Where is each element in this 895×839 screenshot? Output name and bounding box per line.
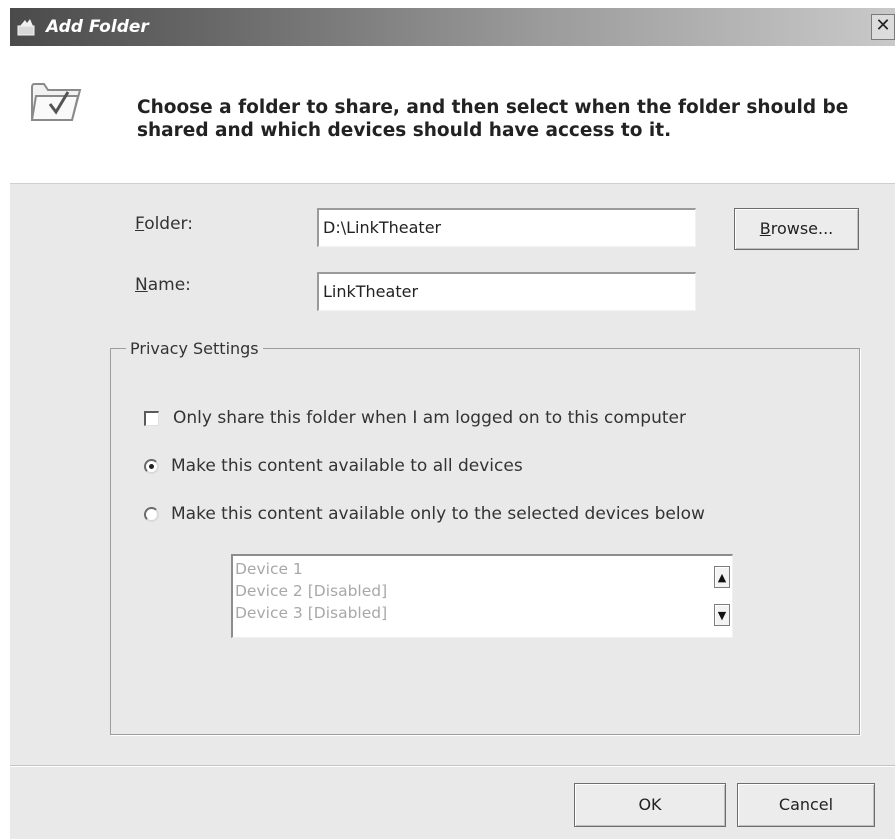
name-label: Name: bbox=[135, 275, 191, 295]
close-button[interactable]: ✕ bbox=[871, 14, 895, 40]
folder-path-value: D:\LinkTheater bbox=[323, 218, 442, 237]
scroll-up-button[interactable]: ▲ bbox=[714, 566, 730, 588]
all-devices-label: Make this content available to all devic… bbox=[171, 456, 523, 476]
name-label-text: ame: bbox=[147, 275, 191, 295]
selected-devices-radio[interactable] bbox=[144, 506, 159, 522]
privacy-settings-group bbox=[110, 348, 860, 735]
close-icon: ✕ bbox=[875, 15, 891, 36]
share-name-input[interactable]: LinkTheater bbox=[317, 272, 696, 311]
arrow-down-icon: ▼ bbox=[717, 608, 727, 622]
device-list[interactable]: Device 1 Device 2 [Disabled] Device 3 [D… bbox=[231, 554, 733, 638]
folder-path-input[interactable]: D:\LinkTheater bbox=[317, 208, 696, 247]
footer-separator bbox=[10, 765, 895, 766]
browse-accelerator: B bbox=[759, 219, 771, 238]
all-devices-radio[interactable] bbox=[144, 458, 159, 474]
only-logged-on-option[interactable]: Only share this folder when I am logged … bbox=[144, 408, 686, 428]
browse-label: rowse... bbox=[770, 219, 834, 238]
selected-devices-option[interactable]: Make this content available only to the … bbox=[144, 504, 705, 524]
instruction-text: Choose a folder to share, and then selec… bbox=[137, 97, 849, 141]
arrow-up-icon: ▲ bbox=[717, 570, 727, 584]
device-list-items: Device 1 Device 2 [Disabled] Device 3 [D… bbox=[235, 558, 387, 624]
device-list-item[interactable]: Device 3 [Disabled] bbox=[235, 602, 387, 624]
only-logged-on-label: Only share this folder when I am logged … bbox=[173, 408, 686, 428]
device-list-item[interactable]: Device 2 [Disabled] bbox=[235, 580, 387, 602]
privacy-settings-legend: Privacy Settings bbox=[126, 339, 263, 358]
window-title: Add Folder bbox=[46, 17, 149, 37]
ok-button[interactable]: OK bbox=[574, 783, 726, 827]
name-label-accelerator: N bbox=[135, 275, 148, 295]
title-bar[interactable]: Add Folder ✕ bbox=[10, 8, 895, 46]
device-list-scrollbar[interactable]: ▲ ▼ bbox=[712, 556, 732, 637]
instruction-header: Choose a folder to share, and then selec… bbox=[10, 46, 895, 184]
folder-label-text: older: bbox=[144, 214, 193, 234]
app-icon bbox=[17, 19, 35, 36]
browse-button[interactable]: Browse... bbox=[734, 208, 859, 250]
scroll-down-button[interactable]: ▼ bbox=[714, 604, 730, 626]
add-folder-dialog: Add Folder ✕ Choose a folder to share, a… bbox=[10, 8, 895, 839]
share-name-value: LinkTheater bbox=[323, 282, 419, 301]
all-devices-option[interactable]: Make this content available to all devic… bbox=[144, 456, 523, 476]
folder-label-accelerator: F bbox=[135, 214, 145, 234]
device-list-item[interactable]: Device 1 bbox=[235, 558, 387, 580]
only-logged-on-checkbox[interactable] bbox=[144, 410, 159, 426]
cancel-button[interactable]: Cancel bbox=[737, 783, 875, 827]
folder-check-icon bbox=[30, 83, 82, 121]
folder-label: Folder: bbox=[135, 214, 193, 234]
selected-devices-label: Make this content available only to the … bbox=[171, 504, 705, 524]
